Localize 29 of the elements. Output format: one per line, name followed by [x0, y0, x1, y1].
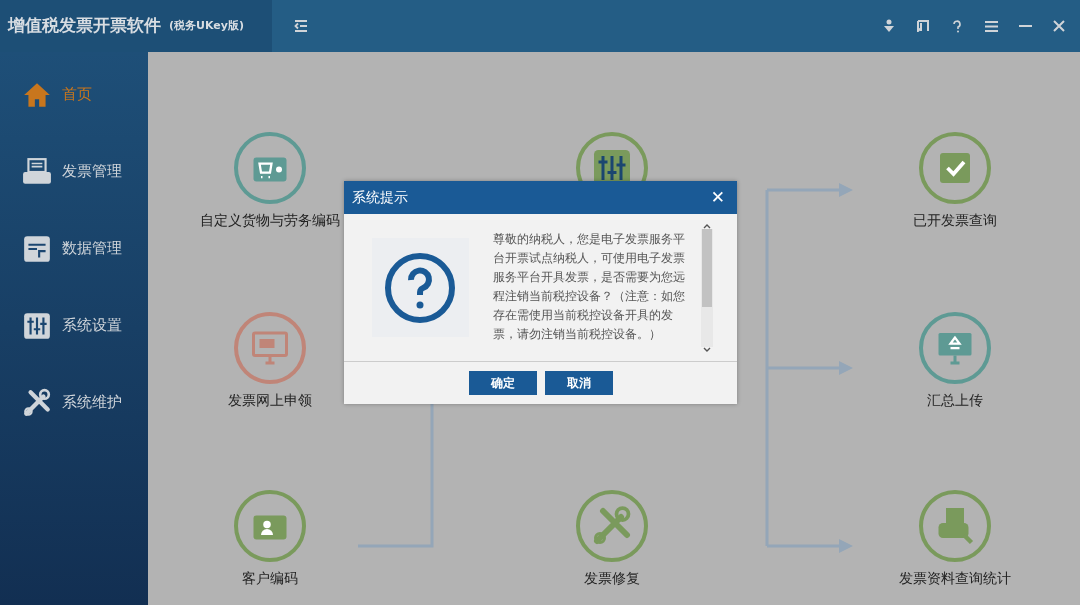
app-subtitle: (税务UKey版)	[169, 17, 244, 34]
node-label[interactable]: 客户编码	[242, 568, 298, 589]
dialog-message: 尊敬的纳税人，您是电子发票服务平台开票试点纳税人，可使用电子发票服务平台开具发票，是否需要为您远程注销当前税控设备？（注意：如您存在需使用当前税控设备开具的发票，请勿注销当前税控设备。）	[492, 230, 685, 343]
question-icon	[372, 238, 469, 337]
node-label[interactable]: 发票修复	[584, 568, 640, 589]
film-check-icon[interactable]	[919, 132, 991, 204]
dialog-title: 系统提示	[352, 188, 408, 207]
node-label[interactable]: 发票网上申领	[228, 390, 312, 411]
node-label[interactable]: 发票资料查询统计	[899, 568, 1011, 589]
data-icon	[22, 233, 52, 264]
scroll-up-icon[interactable]	[703, 222, 711, 229]
scrollbar-thumb[interactable]	[702, 228, 712, 307]
node-label[interactable]: 自定义货物与劳务编码	[200, 210, 340, 231]
close-button[interactable]: ✕	[706, 184, 729, 211]
dialog-button[interactable]: 取消	[544, 371, 613, 395]
scroll-down-icon[interactable]	[703, 346, 711, 353]
printer-icon	[22, 156, 52, 187]
node-label[interactable]: 已开发票查询	[913, 210, 997, 231]
dialog-button[interactable]: 确定	[468, 371, 537, 395]
wallet-cart-icon[interactable]	[234, 132, 306, 204]
app-title: 增值税发票开票软件	[8, 14, 161, 38]
tools-icon	[22, 387, 52, 418]
sidebar-item[interactable]: 系统设置	[0, 287, 148, 364]
sidebar-item[interactable]: 数据管理	[0, 210, 148, 287]
sliders-icon	[22, 310, 52, 341]
sidebar-item[interactable]: 系统维护	[0, 364, 148, 441]
sidebar-item[interactable]: 发票管理	[0, 133, 148, 210]
node-label[interactable]: 汇总上传	[927, 390, 983, 411]
scrollbar-track[interactable]	[701, 228, 713, 347]
